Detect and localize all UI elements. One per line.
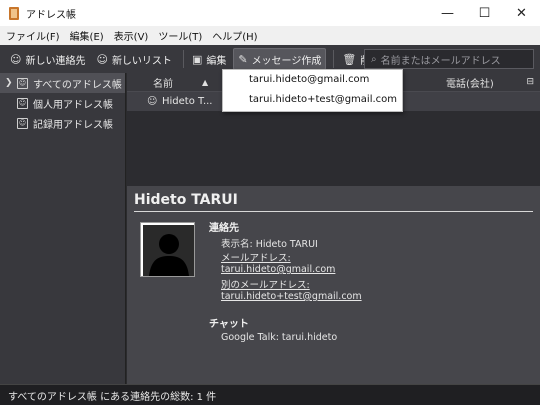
title-bar: アドレス帳 — ☐ ✕ xyxy=(0,0,540,26)
close-button[interactable]: ✕ xyxy=(503,0,540,26)
status-text: すべてのアドレス帳 にある連絡先の総数: 1 件 xyxy=(8,391,217,403)
display-name-line: 表示名: Hideto TARUI xyxy=(221,239,318,250)
menu-item-alt-email[interactable]: tarui.hideto+test@gmail.com xyxy=(223,90,402,110)
menu-help[interactable]: ヘルプ(H) xyxy=(212,28,257,43)
edit-button[interactable]: ▣ 編集 xyxy=(188,48,230,70)
menu-item-email[interactable]: tarui.hideto@gmail.com xyxy=(223,70,402,90)
divider xyxy=(134,211,533,212)
avatar xyxy=(140,222,195,277)
sidebar-item-label: 記録用アドレス帳 xyxy=(33,119,113,131)
default-avatar-icon xyxy=(141,223,194,276)
address-book-icon: ☺ xyxy=(17,117,28,129)
compose-recipient-menu: tarui.hideto@gmail.com tarui.hideto+test… xyxy=(222,69,403,112)
sidebar-item-label: すべてのアドレス帳 xyxy=(33,79,122,91)
people-add-icon: ☺ xyxy=(96,52,108,66)
contact-display-name: Hideto TARUI xyxy=(134,192,238,208)
chevron-down-icon[interactable]: ❯ xyxy=(5,78,17,88)
menu-tools[interactable]: ツール(T) xyxy=(158,28,202,43)
search-input[interactable]: ⌕ 名前またはメールアドレス xyxy=(364,49,534,69)
email-link[interactable]: tarui.hideto@gmail.com xyxy=(221,264,335,275)
contact-section-heading: 連絡先 xyxy=(209,223,239,234)
sidebar-item-label: 個人用アドレス帳 xyxy=(33,99,113,111)
sort-ascending-icon: ▲ xyxy=(202,77,209,87)
new-contact-button[interactable]: ☺ 新しい連絡先 xyxy=(6,48,89,70)
menu-edit[interactable]: 編集(E) xyxy=(70,28,104,43)
menu-file[interactable]: ファイル(F) xyxy=(6,28,60,43)
status-bar: すべてのアドレス帳 にある連絡先の総数: 1 件 xyxy=(0,384,540,405)
window-title: アドレス帳 xyxy=(26,9,76,21)
toolbar-separator xyxy=(182,50,184,68)
address-book-app-icon xyxy=(9,6,19,20)
chat-line: Google Talk: tarui.hideto xyxy=(221,332,338,343)
contact-name: Hideto T... xyxy=(162,96,213,107)
email-label: メールアドレス: xyxy=(221,253,291,264)
column-company-phone[interactable]: 電話(会社) xyxy=(446,75,494,90)
address-book-sidebar: ❯ ☺ すべてのアドレス帳 ☺ 個人用アドレス帳 ☺ 記録用アドレス帳 xyxy=(0,73,126,384)
menu-bar: ファイル(F) 編集(E) 表示(V) ツール(T) ヘルプ(H) xyxy=(0,26,540,45)
minimize-button[interactable]: — xyxy=(429,0,466,26)
pencil-icon: ✎ xyxy=(238,52,248,66)
alt-email-label: 別のメールアドレス: xyxy=(221,280,310,291)
new-contact-label: 新しい連絡先 xyxy=(25,55,86,67)
column-name[interactable]: 名前 xyxy=(153,75,173,90)
contact-card-icon: ▣ xyxy=(191,52,203,66)
search-placeholder: 名前またはメールアドレス xyxy=(380,55,501,67)
new-list-button[interactable]: ☺ 新しいリスト xyxy=(92,48,175,70)
address-book-icon: ☺ xyxy=(17,77,28,89)
person-icon: ☺ xyxy=(147,96,158,107)
sidebar-item-collected[interactable]: ☺ 記録用アドレス帳 xyxy=(0,113,125,133)
sidebar-item-all-address-books[interactable]: ❯ ☺ すべてのアドレス帳 xyxy=(0,73,125,93)
person-add-icon: ☺ xyxy=(10,52,22,66)
sidebar-item-personal[interactable]: ☺ 個人用アドレス帳 xyxy=(0,93,125,113)
address-book-icon: ☺ xyxy=(17,97,28,109)
trash-icon: 🗑 xyxy=(342,52,357,66)
new-list-label: 新しいリスト xyxy=(111,55,172,67)
toolbar-separator xyxy=(333,50,335,68)
chat-section-heading: チャット xyxy=(209,319,249,330)
column-picker-icon[interactable]: ⊟ xyxy=(526,77,534,87)
maximize-button[interactable]: ☐ xyxy=(466,0,503,26)
compose-button[interactable]: ✎ メッセージ作成 xyxy=(233,48,327,70)
contact-details: Hideto TARUI 連絡先 表示名: Hideto TARUI メールアド… xyxy=(127,186,540,384)
search-icon: ⌕ xyxy=(371,53,377,65)
edit-label: 編集 xyxy=(206,55,227,67)
alt-email-link[interactable]: tarui.hideto+test@gmail.com xyxy=(221,291,362,302)
menu-view[interactable]: 表示(V) xyxy=(114,28,149,43)
compose-label: メッセージ作成 xyxy=(251,55,322,67)
